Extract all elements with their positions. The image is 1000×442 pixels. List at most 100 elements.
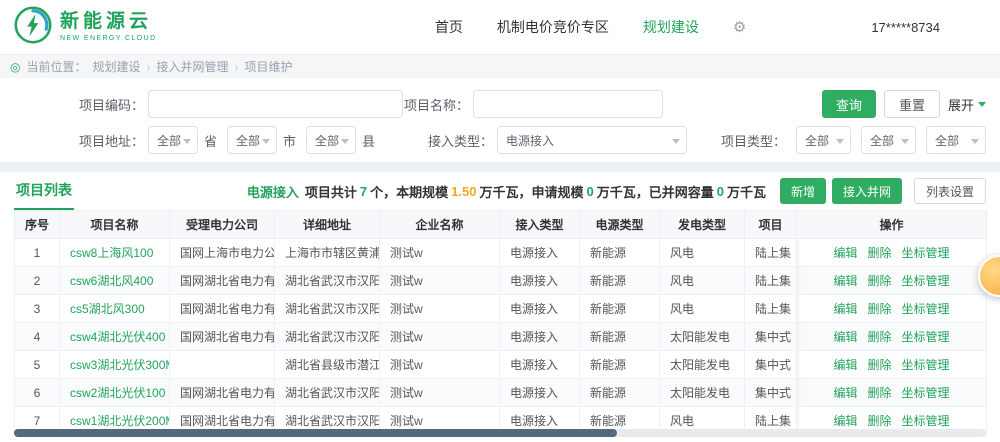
cell-ptype: 陆上集 [745,295,797,323]
breadcrumb-prefix: 当前位置： [26,58,86,75]
brand[interactable]: 新能源云 NEW ENERGY CLOUD [14,6,157,49]
stats-text: 项目共计 [305,182,357,201]
coords-link[interactable]: 坐标管理 [902,358,950,372]
nav-item-home[interactable]: 首页 [435,17,463,37]
cell-enterprise: 测试w [380,267,500,295]
list-settings-button[interactable]: 列表设置 [914,178,986,204]
cell-access: 电源接入 [500,267,580,295]
horizontal-scrollbar[interactable] [14,429,986,437]
cell-access: 电源接入 [500,323,580,351]
cell-name[interactable]: csw8上海风100 [60,239,170,267]
cell-gen: 风电 [660,295,745,323]
search-button[interactable]: 查询 [822,90,876,118]
cell-gen: 风电 [660,239,745,267]
coords-link[interactable]: 坐标管理 [902,246,950,260]
cell-actions: 编辑删除坐标管理 [797,239,987,267]
edit-link[interactable]: 编辑 [833,358,857,372]
cell-no: 3 [15,295,60,323]
cell-company: 国网湖北省电力有限... [170,267,275,295]
cell-source: 新能源 [580,239,660,267]
cell-enterprise: 测试w [380,239,500,267]
cell-name[interactable]: csw4湖北光伏400 [60,323,170,351]
user-phone[interactable]: 17*****8734 [871,20,940,35]
cell-name[interactable]: cs5湖北风300 [60,295,170,323]
cell-name[interactable]: csw2湖北光伏100 [60,379,170,407]
edit-link[interactable]: 编辑 [833,414,857,428]
cell-access: 电源接入 [500,239,580,267]
add-button[interactable]: 新增 [780,178,826,204]
edit-link[interactable]: 编辑 [833,330,857,344]
cell-enterprise: 测试w [380,351,500,379]
edit-link[interactable]: 编辑 [833,302,857,316]
coords-link[interactable]: 坐标管理 [902,330,950,344]
project-type-select-1[interactable]: 全部 [796,126,851,154]
project-type-select-3[interactable]: 全部 [926,126,986,154]
delete-link[interactable]: 删除 [867,414,891,428]
stats-apply-scale: 0 [586,184,593,199]
expand-toggle[interactable]: 展开 [948,95,986,114]
grid-connect-button[interactable]: 接入并网 [832,178,902,204]
table-row: 1csw8上海风100国网上海市电力公司上海市市辖区黄浦区...测试w电源接入新… [15,239,987,267]
delete-link[interactable]: 删除 [867,246,891,260]
access-type-value: 电源接入 [506,132,554,149]
cell-address: 湖北省武汉市汉阳区... [275,295,380,323]
cell-name[interactable]: csw6湖北风400 [60,267,170,295]
project-type-select-2[interactable]: 全部 [861,126,916,154]
project-name-label: 项目名称： [403,95,469,114]
cell-actions: 编辑删除坐标管理 [797,351,987,379]
cell-gen: 风电 [660,267,745,295]
cell-name[interactable]: csw3湖北光伏300MW [60,351,170,379]
project-type-group: 项目类型： 全部 全部 全部 [721,126,986,154]
province-suffix: 省 [204,131,217,150]
breadcrumb-item-grid-management[interactable]: 接入并网管理 [157,58,229,75]
edit-link[interactable]: 编辑 [833,246,857,260]
cell-gen: 太阳能发电 [660,379,745,407]
delete-link[interactable]: 删除 [867,330,891,344]
breadcrumb: ◎ 当前位置： 规划建设 › 接入并网管理 › 项目维护 [0,54,1000,78]
delete-link[interactable]: 删除 [867,358,891,372]
breadcrumb-item-planning[interactable]: 规划建设 [93,58,141,75]
nav-item-price-bidding[interactable]: 机制电价竞价专区 [497,17,609,37]
cell-source: 新能源 [580,323,660,351]
cell-source: 新能源 [580,351,660,379]
city-select[interactable]: 全部 [227,126,277,154]
cell-source: 新能源 [580,379,660,407]
column-header-4: 详细地址 [275,211,380,239]
coords-link[interactable]: 坐标管理 [902,386,950,400]
coords-link[interactable]: 坐标管理 [902,274,950,288]
delete-link[interactable]: 删除 [867,302,891,316]
project-name-input[interactable] [473,90,663,118]
project-code-input[interactable] [148,90,403,118]
table-row: 4csw4湖北光伏400国网湖北省电力有限...湖北省武汉市汉阳区...测试w电… [15,323,987,351]
gear-icon[interactable]: ⚙ [733,18,746,36]
column-header-6: 接入类型 [500,211,580,239]
location-icon: ◎ [10,60,20,74]
delete-link[interactable]: 删除 [867,386,891,400]
cell-no: 4 [15,323,60,351]
tab-project-list[interactable]: 项目列表 [14,172,74,210]
cell-enterprise: 测试w [380,323,500,351]
cell-ptype: 陆上集 [745,239,797,267]
delete-link[interactable]: 删除 [867,274,891,288]
coords-link[interactable]: 坐标管理 [902,302,950,316]
table-row: 3cs5湖北风300国网湖北省电力有限...湖北省武汉市汉阳区...测试w电源接… [15,295,987,323]
scrollbar-thumb[interactable] [14,429,617,437]
cell-actions: 编辑删除坐标管理 [797,295,987,323]
cell-enterprise: 测试w [380,379,500,407]
column-header-5: 企业名称 [380,211,500,239]
cell-no: 1 [15,239,60,267]
project-address-label: 项目地址： [14,131,144,150]
county-select[interactable]: 全部 [306,126,356,154]
cell-actions: 编辑删除坐标管理 [797,323,987,351]
cell-gen: 太阳能发电 [660,323,745,351]
edit-link[interactable]: 编辑 [833,386,857,400]
stats-access-type: 电源接入 [247,182,299,201]
edit-link[interactable]: 编辑 [833,274,857,288]
coords-link[interactable]: 坐标管理 [902,414,950,428]
nav-item-planning[interactable]: 规划建设 [643,17,699,37]
cell-company [170,351,275,379]
city-suffix: 市 [283,131,296,150]
access-type-select[interactable]: 电源接入 [497,126,687,154]
province-select[interactable]: 全部 [148,126,198,154]
reset-button[interactable]: 重置 [884,90,940,118]
